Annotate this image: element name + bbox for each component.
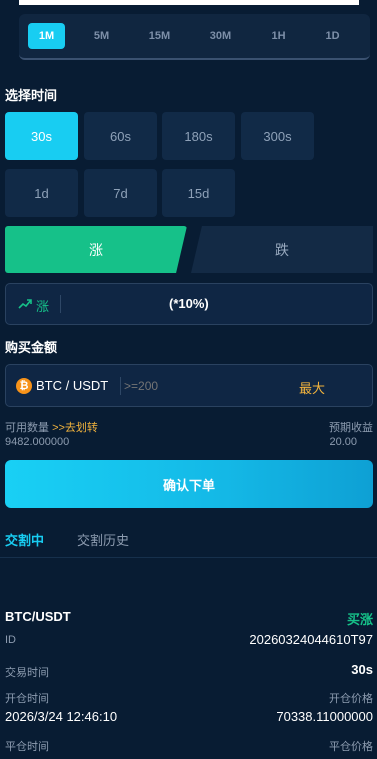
close-price-label: 平仓价格 (329, 741, 373, 753)
interval-1d[interactable]: 1D (314, 23, 351, 49)
direction-display: 涨 (*10%) (5, 283, 373, 325)
purchase-amount-title: 购买金额 (5, 340, 58, 355)
order-id-value: 20260324044610T97 (249, 632, 373, 647)
expected-income-label: 预期收益 (329, 422, 373, 434)
time-option-1d[interactable]: 1d (5, 169, 78, 217)
available-text: 可用数量 (5, 422, 49, 434)
bitcoin-icon: ₿ (16, 378, 32, 394)
selected-direction-label: 涨 (36, 299, 50, 314)
transfer-link[interactable]: >>去划转 (52, 422, 98, 434)
amount-input[interactable] (124, 375, 284, 397)
interval-5m[interactable]: 5M (83, 23, 120, 49)
amount-separator (120, 377, 121, 395)
interval-1m[interactable]: 1M (28, 23, 65, 49)
interval-selector: 1M 5M 15M 30M 1H 1D (19, 14, 370, 60)
interval-1h[interactable]: 1H (260, 23, 297, 49)
close-time-label: 平仓时间 (5, 741, 49, 753)
trading-pair[interactable]: BTC / USDT (36, 378, 108, 393)
interval-15m[interactable]: 15M (141, 23, 178, 49)
open-price-label: 开仓价格 (329, 693, 373, 705)
chart-bottom-edge (19, 0, 359, 5)
amount-input-box: ₿ BTC / USDT 最大 (5, 364, 373, 407)
tab-delivery-history[interactable]: 交割历史 (77, 530, 129, 549)
interval-30m[interactable]: 30M (202, 23, 239, 49)
open-time-value: 2026/3/24 12:46:10 (5, 709, 118, 724)
available-label: 可用数量 >>去划转 (5, 419, 98, 435)
time-option-15d[interactable]: 15d (162, 169, 235, 217)
confirm-order-button[interactable]: 确认下单 (5, 460, 373, 508)
buy-up-button[interactable]: 涨 (5, 226, 187, 273)
order-id-label: ID (5, 634, 16, 646)
time-option-60s[interactable]: 60s (84, 112, 157, 160)
time-option-30s[interactable]: 30s (5, 112, 78, 160)
open-time-label: 开仓时间 (5, 693, 49, 705)
trade-time-value: 30s (351, 662, 373, 677)
profit-rate: (*10%) (169, 296, 209, 311)
select-time-title: 选择时间 (5, 88, 58, 103)
order-pair: BTC/USDT (5, 609, 71, 624)
available-value: 9482.000000 (5, 436, 70, 448)
max-button[interactable]: 最大 (299, 378, 325, 397)
trade-time-label: 交易时间 (5, 667, 49, 679)
open-price-value: 70338.11000000 (276, 709, 373, 724)
time-option-180s[interactable]: 180s (162, 112, 235, 160)
tab-delivering[interactable]: 交割中 (5, 530, 44, 549)
trending-up-icon (18, 297, 32, 311)
order-side-badge: 买涨 (346, 612, 373, 627)
time-option-300s[interactable]: 300s (241, 112, 314, 160)
expected-income-value: 20.00 (329, 436, 357, 448)
buy-down-button[interactable]: 跌 (191, 226, 373, 273)
time-option-7d[interactable]: 7d (84, 169, 157, 217)
direction-separator (60, 295, 61, 313)
tabs-divider (0, 557, 377, 558)
